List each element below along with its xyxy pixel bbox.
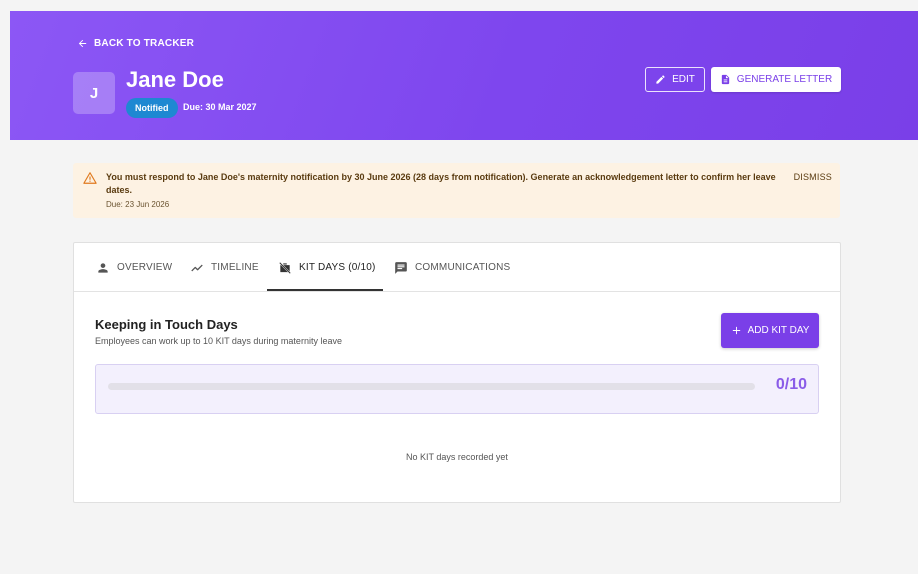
section-title: Keeping in Touch Days — [95, 317, 238, 332]
plus-icon — [732, 326, 740, 335]
tab-label: KIT DAYS (0/10) — [299, 262, 376, 273]
page-header: BACK TO TRACKER J Jane Doe Notified Due:… — [10, 11, 918, 140]
alert-due-date: Due: 23 Jun 2026 — [106, 200, 170, 209]
pencil-icon — [656, 75, 665, 84]
tab-kit-days[interactable]: KIT DAYS (0/10) — [278, 243, 376, 292]
kit-count: 0/10 — [775, 376, 807, 393]
document-icon — [721, 74, 729, 85]
employee-name: Jane Doe — [126, 67, 224, 92]
tab-label: TIMELINE — [211, 262, 259, 273]
person-icon — [98, 262, 108, 273]
deadline-alert: You must respond to Jane Doe's maternity… — [73, 163, 840, 218]
tab-label: OVERVIEW — [117, 262, 173, 273]
briefcase-off-icon — [279, 261, 291, 274]
generate-letter-button[interactable]: GENERATE LETTER — [711, 67, 841, 92]
generate-letter-label: GENERATE LETTER — [736, 74, 833, 85]
back-label: BACK TO TRACKER — [94, 38, 195, 49]
due-date: Due: 30 Mar 2027 — [183, 102, 257, 112]
timeline-icon — [191, 264, 203, 271]
details-card: OVERVIEW TIMELINE KIT DAYS (0/10) COMMUN… — [73, 242, 841, 503]
active-tab-indicator — [267, 289, 383, 291]
dismiss-button[interactable]: DISMISS — [794, 172, 832, 182]
status-badge: Notified — [126, 98, 178, 118]
kit-progress-bar — [108, 383, 755, 390]
back-to-tracker-link[interactable]: BACK TO TRACKER — [77, 38, 194, 49]
edit-label: EDIT — [672, 74, 695, 85]
add-kit-day-button[interactable]: ADD KIT DAY — [721, 313, 819, 348]
add-kit-day-label: ADD KIT DAY — [747, 325, 810, 336]
edit-button[interactable]: EDIT — [645, 67, 705, 92]
tab-label: COMMUNICATIONS — [415, 262, 511, 273]
kit-progress-panel: 0/10 — [95, 364, 819, 414]
tab-overview[interactable]: OVERVIEW — [96, 243, 172, 292]
empty-state-message: No KIT days recorded yet — [406, 452, 508, 462]
tab-timeline[interactable]: TIMELINE — [190, 243, 259, 292]
avatar: J — [73, 72, 115, 114]
chat-icon — [395, 261, 407, 274]
tab-communications[interactable]: COMMUNICATIONS — [394, 243, 510, 292]
warning-icon — [83, 172, 97, 184]
alert-message: You must respond to Jane Doe's maternity… — [106, 172, 776, 195]
arrow-left-icon — [78, 39, 87, 48]
section-subtitle: Employees can work up to 10 KIT days dur… — [95, 336, 342, 346]
tab-bar: OVERVIEW TIMELINE KIT DAYS (0/10) COMMUN… — [74, 243, 840, 292]
